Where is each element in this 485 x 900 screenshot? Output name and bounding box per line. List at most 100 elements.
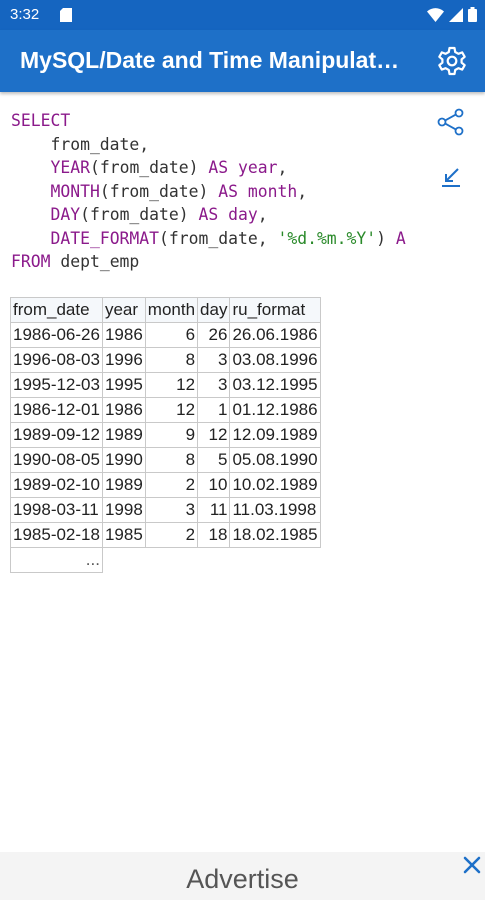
table-cell: 3 [144, 497, 199, 523]
table-cell: 1989-09-12 [10, 422, 103, 448]
app-bar: MySQL/Date and Time Manipulat… [0, 30, 485, 92]
table-cell: 5 [197, 447, 231, 473]
table-cell: 1989-02-10 [10, 472, 103, 498]
code-line: DATE_FORMAT(from_date, '%d.%m.%Y') A [11, 227, 406, 251]
table-cell: 1995-12-03 [10, 372, 103, 398]
table-cell: 3 [197, 347, 231, 373]
column-header: ru_format [229, 297, 321, 323]
column-header: day [197, 297, 231, 323]
code-keyword: YEAR [50, 158, 90, 177]
table-cell: 11.03.1998 [229, 497, 321, 523]
table-cell: 8 [144, 347, 199, 373]
column-header: year [101, 297, 146, 323]
table-cell: 12 [144, 372, 199, 398]
column-header: month [144, 297, 199, 323]
wrap-text-icon[interactable] [438, 164, 464, 190]
table-cell: 1995 [101, 372, 146, 398]
column-header: from_date [10, 297, 103, 323]
table-cell: 1989 [101, 472, 146, 498]
code-line: from_date, [11, 133, 406, 157]
code-text: ) [376, 228, 396, 248]
code-text: from_date, [11, 134, 150, 154]
code-text: , [297, 181, 308, 201]
status-icons [427, 7, 477, 27]
code-line: FROM dept_emp [11, 250, 406, 274]
table-row: 1985-02-18 1985 2 18 18.02.1985 [10, 522, 321, 548]
wifi-icon [427, 7, 444, 27]
code-text: (from_date, [159, 228, 278, 248]
table-header-row: from_date year month day ru_format [10, 297, 321, 323]
table-cell: 26 [197, 322, 231, 348]
ad-banner[interactable]: Advertise [0, 852, 485, 900]
table-cell: 12.09.1989 [229, 422, 321, 448]
table-row: 1998-03-11 1998 3 11 11.03.1998 [10, 497, 321, 523]
code-text: , [257, 205, 268, 224]
table-cell: 1986 [101, 397, 146, 423]
code-text: (from_date) [99, 181, 219, 201]
table-cell: 1998 [101, 497, 146, 523]
code-line: MONTH(from_date) AS month, [11, 180, 406, 204]
table-cell: 1990-08-05 [10, 447, 103, 473]
table-cell: 10 [197, 472, 231, 498]
table-cell: 11 [197, 497, 231, 523]
table-cell: 26.06.1986 [229, 322, 321, 348]
table-cell: 9 [144, 422, 199, 448]
table-cell: 05.08.1990 [229, 447, 321, 473]
code-keyword: A [395, 228, 406, 248]
table-cell: 10.02.1989 [229, 472, 321, 498]
table-cell: 2 [144, 522, 199, 548]
table-cell: 1986-06-26 [10, 322, 103, 348]
code-text: , [277, 158, 288, 177]
code-keyword: MONTH [50, 181, 100, 201]
code-keyword: DAY [50, 205, 81, 224]
table-row: 1989-09-12 1989 9 12 12.09.1989 [10, 422, 321, 448]
table-row: 1986-12-01 1986 12 1 01.12.1986 [10, 397, 321, 423]
load-more-row[interactable]: ... [10, 547, 321, 573]
table-cell: 3 [197, 372, 231, 398]
table-cell: 1998-03-11 [10, 497, 103, 523]
sql-code-panel: SELECT from_date, YEAR(from_date) AS yea… [0, 92, 485, 282]
table-cell: 1985-02-18 [10, 522, 103, 548]
page-title: MySQL/Date and Time Manipulat… [20, 47, 400, 73]
battery-icon [468, 7, 477, 27]
table-row: 1995-12-03 1995 12 3 03.12.1995 [10, 372, 321, 398]
code-keyword: AS month [218, 181, 298, 201]
table-cell: 1986 [101, 322, 146, 348]
code-line: SELECT [11, 109, 406, 133]
table-cell: 6 [144, 322, 199, 348]
table-row: 1990-08-05 1990 8 5 05.08.1990 [10, 447, 321, 473]
share-icon[interactable] [436, 107, 466, 137]
settings-gear-icon[interactable] [436, 45, 468, 77]
sql-code: SELECT from_date, YEAR(from_date) AS yea… [11, 109, 406, 274]
code-keyword: SELECT [11, 111, 71, 130]
table-cell: 18 [197, 522, 231, 548]
table-cell: 8 [144, 447, 199, 473]
table-cell: 03.08.1996 [229, 347, 321, 373]
code-line: YEAR(from_date) AS year, [11, 156, 406, 180]
close-icon[interactable] [461, 854, 483, 876]
code-keyword: AS day [198, 205, 258, 224]
load-more-cell[interactable]: ... [10, 547, 103, 573]
table-row: 1986-06-26 1986 6 26 26.06.1986 [10, 322, 321, 348]
ad-label: Advertise [186, 864, 299, 894]
sd-card-icon [60, 8, 72, 27]
table-cell: 03.12.1995 [229, 372, 321, 398]
table-cell: 1996 [101, 347, 146, 373]
code-string: '%d.%m.%Y' [277, 228, 377, 248]
table-cell: 01.12.1986 [229, 397, 321, 423]
status-time: 3:32 [10, 6, 40, 23]
code-text: dept_emp [50, 252, 140, 271]
table-cell: 1 [197, 397, 231, 423]
table-cell: 1990 [101, 447, 146, 473]
code-text: (from_date) [80, 205, 199, 224]
code-keyword: AS year [208, 158, 278, 177]
table-cell: 18.02.1985 [229, 522, 321, 548]
code-keyword: FROM [11, 252, 51, 271]
table-cell: 1989 [101, 422, 146, 448]
table-row: 1989-02-10 1989 2 10 10.02.1989 [10, 472, 321, 498]
results-table: from_date year month day ru_format 1986-… [10, 297, 321, 573]
code-keyword: DATE_FORMAT [50, 228, 160, 248]
table-cell: 1996-08-03 [10, 347, 103, 373]
status-bar: 3:32 [0, 0, 485, 30]
